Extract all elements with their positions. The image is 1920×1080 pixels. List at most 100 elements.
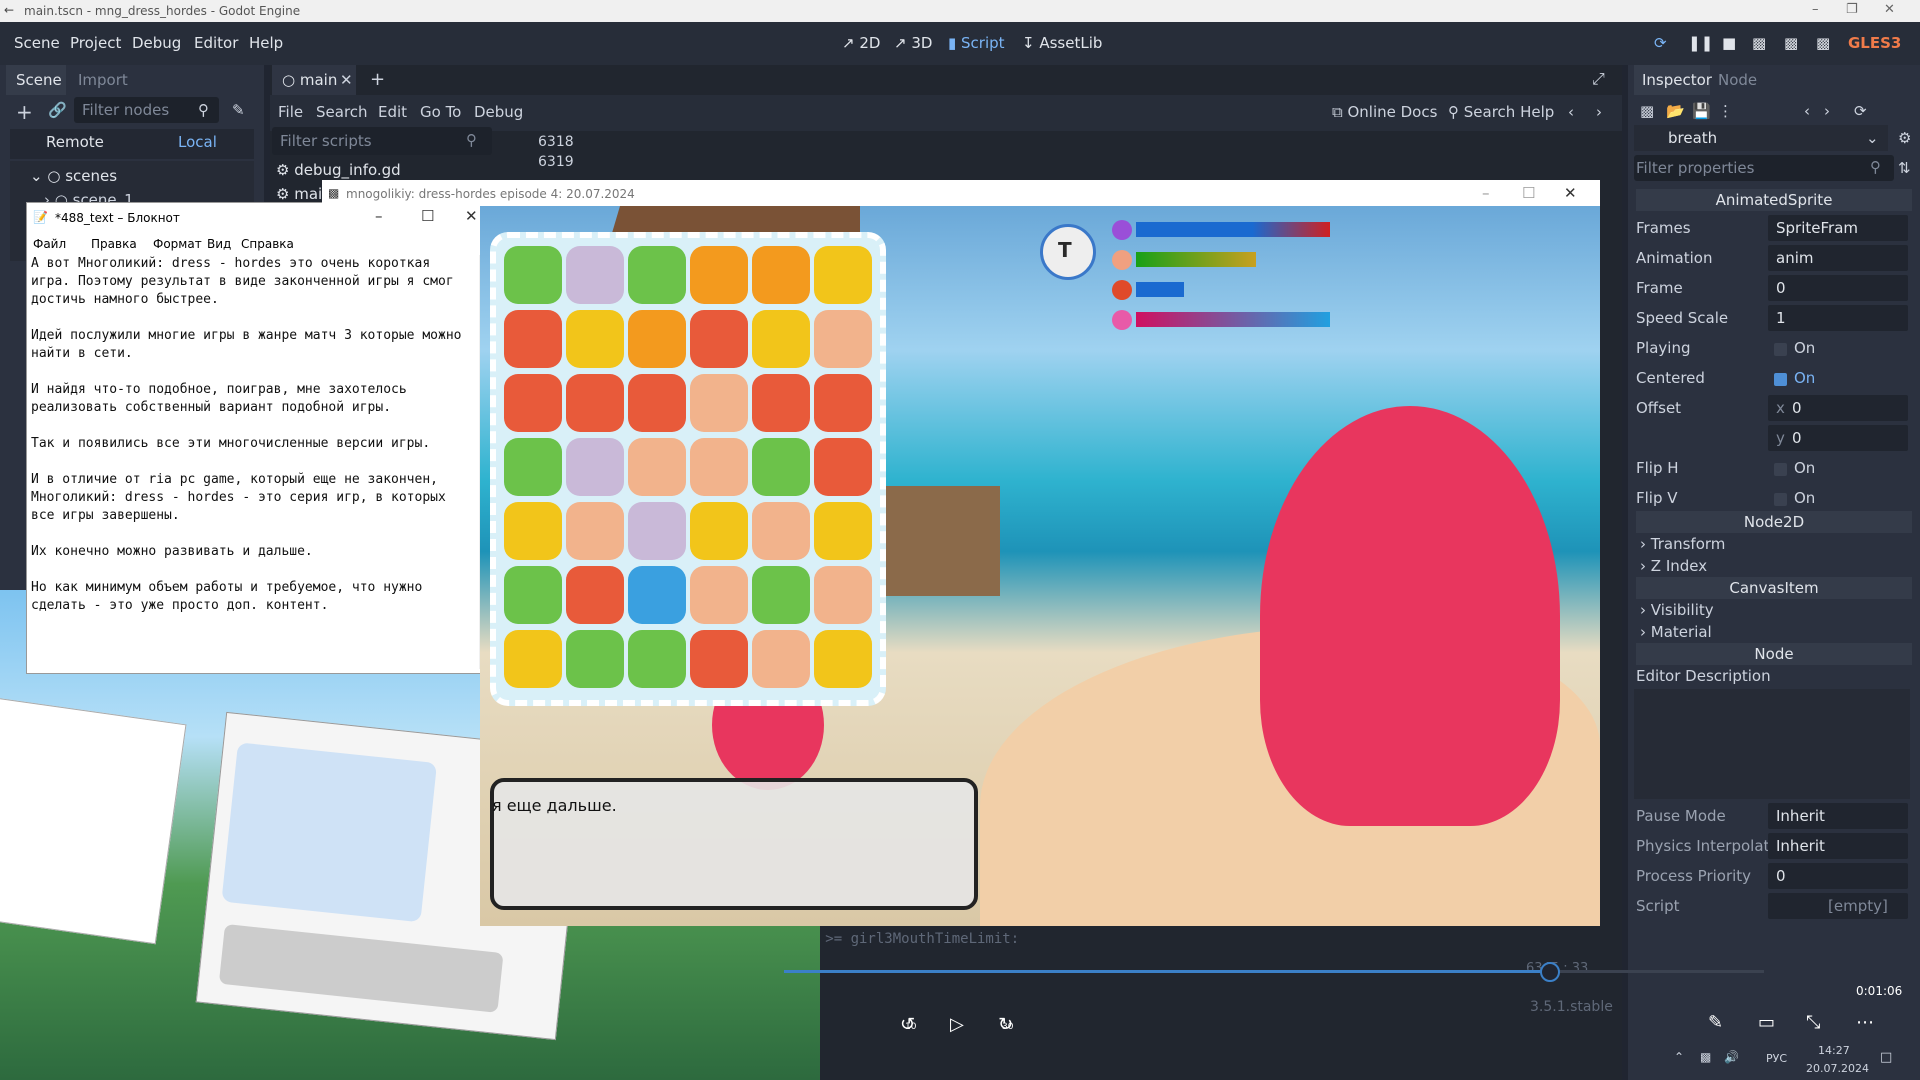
network-icon[interactable]: ▩ xyxy=(1700,1050,1711,1064)
gem-tile[interactable] xyxy=(504,502,562,560)
gem-tile[interactable] xyxy=(752,246,810,304)
gem-tile[interactable] xyxy=(504,630,562,688)
prev-icon[interactable]: ‹ xyxy=(1804,102,1810,120)
new-resource-icon[interactable]: ▩ xyxy=(1640,102,1654,120)
tray-chevron-icon[interactable]: ⌃ xyxy=(1674,1050,1684,1064)
tree-item-scenes[interactable]: ⌄ ○ scenes xyxy=(30,167,117,185)
script-menu-search[interactable]: Search xyxy=(316,103,368,121)
gem-tile[interactable] xyxy=(814,566,872,624)
process-priority-field[interactable]: 0 xyxy=(1768,863,1908,889)
gem-tile[interactable] xyxy=(504,438,562,496)
gem-tile[interactable] xyxy=(566,246,624,304)
back-arrow-icon[interactable]: ← xyxy=(4,3,14,17)
menu-project[interactable]: Project xyxy=(70,34,121,52)
more-options-icon[interactable]: ⋯ xyxy=(1856,1012,1874,1033)
gem-tile[interactable] xyxy=(814,310,872,368)
local-button[interactable]: Local xyxy=(178,133,217,151)
workspace-2d[interactable]: ↗ 2D xyxy=(842,34,880,52)
gem-tile[interactable] xyxy=(628,374,686,432)
video-timeline[interactable] xyxy=(784,962,1764,982)
play-custom-icon[interactable]: ▩ xyxy=(1784,34,1798,52)
maximize-icon[interactable]: ☐ xyxy=(1522,184,1535,202)
gem-tile[interactable] xyxy=(566,310,624,368)
gem-tile[interactable] xyxy=(752,502,810,560)
gem-tile[interactable] xyxy=(566,438,624,496)
stop-icon[interactable]: ■ xyxy=(1722,34,1736,52)
gem-tile[interactable] xyxy=(566,566,624,624)
movie-icon[interactable]: ▩ xyxy=(1816,34,1830,52)
gem-tile[interactable] xyxy=(752,566,810,624)
pencil-icon[interactable]: ✎ xyxy=(1708,1012,1723,1033)
filter-properties-input[interactable]: Filter properties ⚲ xyxy=(1634,155,1894,181)
gem-tile[interactable] xyxy=(814,630,872,688)
group-visibility[interactable]: › Visibility xyxy=(1640,601,1714,619)
more-icon[interactable]: ⋮ xyxy=(1718,102,1733,120)
script-field[interactable]: [empty] xyxy=(1768,893,1908,919)
gem-tile[interactable] xyxy=(504,246,562,304)
close-icon[interactable]: ✕ xyxy=(1884,2,1895,17)
workspace-3d[interactable]: ↗ 3D xyxy=(894,34,932,52)
gem-tile[interactable] xyxy=(566,630,624,688)
script-menu-debug[interactable]: Debug xyxy=(474,103,523,121)
menu-debug[interactable]: Debug xyxy=(132,34,181,52)
gem-tile[interactable] xyxy=(566,374,624,432)
history-back-icon[interactable]: ‹ xyxy=(1568,103,1574,121)
close-tab-icon[interactable]: ✕ xyxy=(340,71,353,89)
animation-field[interactable]: anim xyxy=(1768,245,1908,271)
gem-tile[interactable] xyxy=(814,438,872,496)
notepad-menu-edit[interactable]: Правка xyxy=(91,237,137,251)
gem-tile[interactable] xyxy=(690,502,748,560)
gem-tile[interactable] xyxy=(628,310,686,368)
gem-tile[interactable] xyxy=(504,566,562,624)
gem-tile[interactable] xyxy=(628,502,686,560)
new-tab-icon[interactable]: + xyxy=(370,69,385,90)
script-menu-file[interactable]: File xyxy=(278,103,303,121)
exit-fullscreen-icon[interactable]: ⤡ xyxy=(1806,1012,1820,1033)
script-menu-edit[interactable]: Edit xyxy=(378,103,407,121)
gem-tile[interactable] xyxy=(628,246,686,304)
tab-node[interactable]: Node xyxy=(1718,71,1757,89)
tab-main[interactable]: ○ main ✕ xyxy=(272,65,356,95)
gem-tile[interactable] xyxy=(628,566,686,624)
frames-field[interactable]: SpriteFram xyxy=(1768,215,1908,241)
next-icon[interactable]: › xyxy=(1824,102,1830,120)
gem-tile[interactable] xyxy=(752,374,810,432)
gem-tile[interactable] xyxy=(752,438,810,496)
pause-mode-field[interactable]: Inherit xyxy=(1768,803,1908,829)
play-scene-icon[interactable]: ▩ xyxy=(1752,34,1766,52)
volume-icon[interactable]: 🔊 xyxy=(1724,1050,1739,1064)
tab-import[interactable]: Import xyxy=(78,71,128,89)
frame-field[interactable]: 0 xyxy=(1768,275,1908,301)
miniplayer-icon[interactable]: ▭ xyxy=(1758,1012,1775,1033)
add-node-icon[interactable]: + xyxy=(16,100,33,124)
history-forward-icon[interactable]: › xyxy=(1596,103,1602,121)
gem-tile[interactable] xyxy=(690,374,748,432)
object-props-icon[interactable]: ⚙ xyxy=(1898,129,1911,147)
open-folder-icon[interactable]: 📂 xyxy=(1666,102,1685,120)
group-transform[interactable]: › Transform xyxy=(1640,535,1725,553)
history-icon[interactable]: ⟳ xyxy=(1854,102,1867,120)
playing-checkbox[interactable] xyxy=(1774,343,1787,356)
gem-tile[interactable] xyxy=(690,310,748,368)
flip-h-checkbox[interactable] xyxy=(1774,463,1787,476)
gem-tile[interactable] xyxy=(752,310,810,368)
filter-scripts-input[interactable]: Filter scripts ⚲ xyxy=(272,127,492,155)
gem-tile[interactable] xyxy=(690,438,748,496)
speed-scale-field[interactable]: 1 xyxy=(1768,305,1908,331)
offset-x-field[interactable]: x0 xyxy=(1768,395,1908,421)
fullscreen-icon[interactable]: ⤢ xyxy=(1592,69,1605,89)
minimize-icon[interactable]: – xyxy=(1482,184,1490,202)
notepad-text[interactable]: А вот Многоликий: dress - hordes это оче… xyxy=(31,255,471,615)
menu-editor[interactable]: Editor xyxy=(194,34,238,52)
menu-help[interactable]: Help xyxy=(249,34,283,52)
gem-tile[interactable] xyxy=(504,374,562,432)
play-icon[interactable]: ▷ xyxy=(950,1014,964,1035)
link-icon[interactable]: 🔗 xyxy=(48,101,67,119)
close-icon[interactable]: ✕ xyxy=(1564,184,1577,202)
restore-icon[interactable]: ❐ xyxy=(1846,2,1858,17)
script-item-main[interactable]: ⚙ mai xyxy=(276,185,322,203)
minimize-icon[interactable]: – xyxy=(1812,2,1819,17)
notepad-menu-format[interactable]: Формат xyxy=(153,237,202,251)
gem-tile[interactable] xyxy=(690,246,748,304)
workspace-script[interactable]: ▮ Script xyxy=(948,34,1005,52)
